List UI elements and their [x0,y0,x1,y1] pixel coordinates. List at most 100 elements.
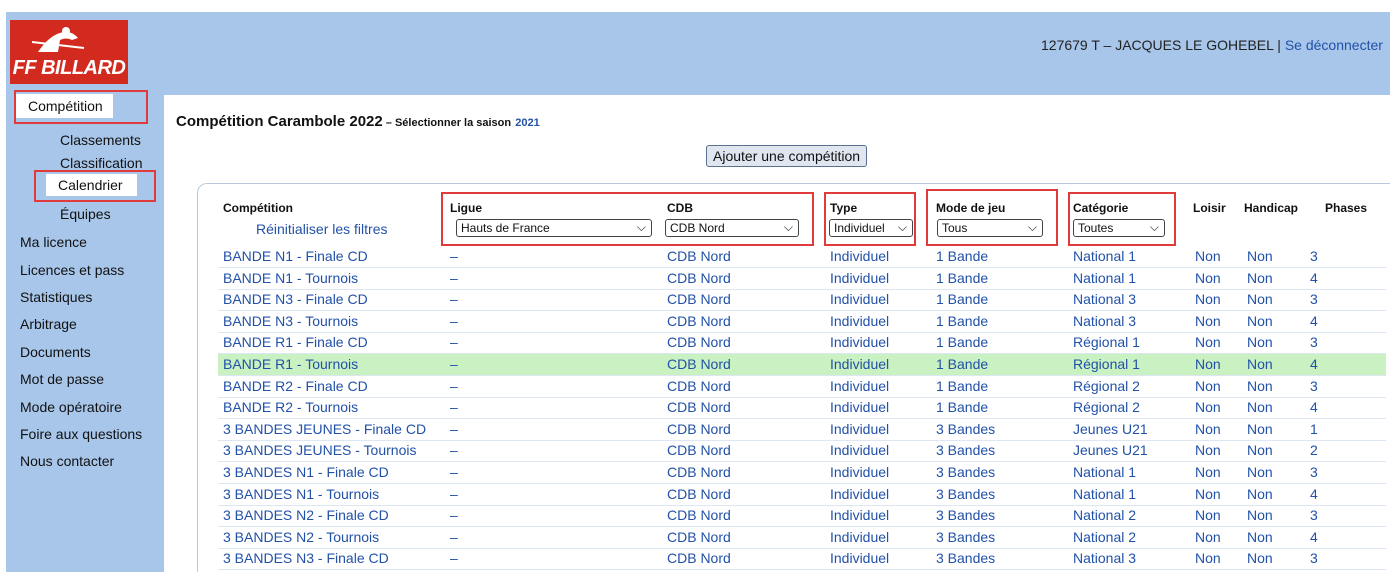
cell-competition[interactable]: 3 BANDES JEUNES - Tournois [223,442,416,458]
user-name: 127679 T – JACQUES LE GOHEBEL [1041,37,1274,53]
cell-type: Individuel [830,550,890,567]
cell-mode: 1 Bande [936,334,989,351]
table-row[interactable]: BANDE R2 - Tournois – CDB Nord Individuel 1 … [218,397,1386,420]
cell-categorie: National 2 [1073,528,1137,545]
table-row[interactable]: 3 BANDES N1 - Tournois – CDB Nord Individue… [218,484,1386,506]
add-competition-button[interactable]: Ajouter une compétition [706,145,868,167]
cell-competition[interactable]: 3 BANDES N3 - Finale CD [223,550,389,566]
cell-mode: 3 Bandes [936,528,996,545]
cell-type: Individuel [830,528,890,545]
cell-mode: 3 Bandes [936,507,996,524]
cell-competition[interactable]: BANDE R1 - Tournois [223,356,358,372]
cell-handicap: Non [1247,550,1273,567]
cell-handicap: Non [1247,420,1273,437]
cell-phases: 4 [1310,269,1318,286]
categorie-select[interactable]: Toutes ⌵ [1073,219,1165,237]
table-row[interactable]: BANDE R1 - Tournois – CDB Nord Individuel 1 … [218,354,1386,376]
cell-cdb: CDB Nord [667,442,731,459]
table-row[interactable]: BANDE N3 - Tournois – CDB Nord Individuel 1 … [218,311,1386,333]
table-row[interactable]: BANDE N1 - Tournois – CDB Nord Individuel 1 … [218,268,1386,290]
sidebar-item-documents[interactable]: Documents [20,344,91,360]
logout-link[interactable]: Se déconnecter [1285,37,1383,53]
cell-mode: 1 Bande [936,248,989,264]
cell-competition[interactable]: BANDE R2 - Finale CD [223,378,368,394]
cell-competition[interactable]: BANDE N1 - Finale CD [223,248,368,264]
header-handicap: Handicap [1244,201,1299,215]
sidebar-item-classification[interactable]: Classification [60,155,142,171]
sidebar-item-faq[interactable]: Foire aux questions [20,426,142,442]
cell-mode: 1 Bande [936,356,989,372]
cell-competition[interactable]: BANDE R2 - Tournois [223,399,358,415]
competition-table: Compétition Ligue CDB Type Mode de jeu C… [197,183,1390,572]
table-row[interactable]: BANDE N3 - Finale CD – CDB Nord Individuel 1… [218,289,1386,312]
cell-competition[interactable]: 3 BANDES N2 - Finale CD [223,507,389,523]
cell-type: Individuel [830,312,890,329]
cell-loisir: Non [1195,528,1221,545]
table-row[interactable]: 3 BANDES N2 - Finale CD – CDB Nord Individu… [218,505,1386,528]
cell-loisir: Non [1195,507,1221,524]
cell-competition[interactable]: 3 BANDES N2 - Tournois [223,529,379,545]
cell-ligue: – [450,464,458,480]
table-row[interactable]: 3 BANDES N2 - Tournois – CDB Nord Individue… [218,527,1386,549]
cell-loisir: Non [1195,464,1221,480]
cell-competition[interactable]: 3 BANDES JEUNES - Finale CD [223,421,426,437]
cell-type: Individuel [830,507,890,524]
sidebar-item-mot-de-passe[interactable]: Mot de passe [20,371,104,387]
table-row[interactable]: 3 BANDES JEUNES - Finale CD – CDB Nord Indi… [218,419,1386,441]
cell-categorie: Régional 1 [1073,334,1140,351]
cell-loisir: Non [1195,334,1221,351]
type-select[interactable]: Individuel ⌵ [829,219,913,237]
table-row[interactable]: BANDE R2 - Finale CD – CDB Nord Individuel 1… [218,376,1386,398]
cell-phases: 4 [1310,399,1318,416]
cell-ligue: – [450,269,458,286]
table-row[interactable]: BANDE N1 - Finale CD – CDB Nord Individuel 1… [218,246,1386,268]
sidebar-item-competition[interactable]: Compétition [16,94,113,118]
cell-categorie: National 2 [1073,507,1137,524]
sidebar-item-mode-operatoire[interactable]: Mode opératoire [20,399,122,415]
header-ligue: Ligue [450,201,482,215]
cell-ligue: – [450,334,458,351]
cell-competition[interactable]: BANDE R1 - Finale CD [223,334,368,350]
ligue-select-value: Hauts de France [461,221,550,235]
type-select-value: Individuel [834,221,885,235]
cell-mode: 1 Bande [936,291,989,308]
sidebar-item-calendrier[interactable]: Calendrier [46,174,137,196]
table-row[interactable]: 3 BANDES N1 - Finale CD – CDB Nord Individu… [218,462,1386,484]
cell-competition[interactable]: BANDE N3 - Tournois [223,313,358,329]
cell-type: Individuel [830,442,890,459]
cell-phases: 3 [1310,377,1318,394]
table-row[interactable]: BANDE R1 - Finale CD – CDB Nord Individuel 1… [218,332,1386,355]
table-row[interactable]: 3 BANDES N3 - Finale CD – CDB Nord Individu… [218,548,1386,571]
cell-ligue: – [450,442,458,459]
cell-categorie: National 1 [1073,248,1137,264]
cell-mode: 3 Bandes [936,442,996,459]
cell-competition[interactable]: 3 BANDES N1 - Finale CD [223,464,389,480]
cell-mode: 3 Bandes [936,485,996,502]
cdb-select[interactable]: CDB Nord ⌵ [665,219,799,237]
mode-select[interactable]: Tous ⌵ [937,219,1043,237]
cell-mode: 1 Bande [936,269,989,286]
sidebar-item-arbitrage[interactable]: Arbitrage [20,316,77,332]
reset-filters-link[interactable]: Réinitialiser les filtres [256,221,387,237]
ff-billard-logo[interactable]: FF BILLARD [10,20,128,84]
cell-type: Individuel [830,356,890,372]
sidebar-item-ma-licence[interactable]: Ma licence [20,234,87,250]
cell-cdb: CDB Nord [667,356,731,372]
cell-mode: 1 Bande [936,399,989,416]
cell-competition[interactable]: BANDE N1 - Tournois [223,270,358,286]
season-link[interactable]: 2021 [515,117,539,129]
sidebar-item-statistiques[interactable]: Statistiques [20,289,92,305]
sidebar-item-classements[interactable]: Classements [60,132,141,148]
sidebar-item-nous-contacter[interactable]: Nous contacter [20,453,114,469]
cell-competition[interactable]: 3 BANDES N1 - Tournois [223,486,379,502]
sidebar-item-licences-et-pass[interactable]: Licences et pass [20,262,124,278]
cell-competition[interactable]: BANDE N3 - Finale CD [223,291,368,307]
cell-mode: 3 Bandes [936,464,996,480]
ligue-select[interactable]: Hauts de France ⌵ [456,219,652,237]
sidebar-item-equipes[interactable]: Équipes [60,206,111,222]
cell-phases: 4 [1310,528,1318,545]
cell-cdb: CDB Nord [667,464,731,480]
cell-ligue: – [450,399,458,416]
table-row[interactable]: 3 BANDES JEUNES - Tournois – CDB Nord Indiv… [218,440,1386,463]
cell-handicap: Non [1247,442,1273,459]
